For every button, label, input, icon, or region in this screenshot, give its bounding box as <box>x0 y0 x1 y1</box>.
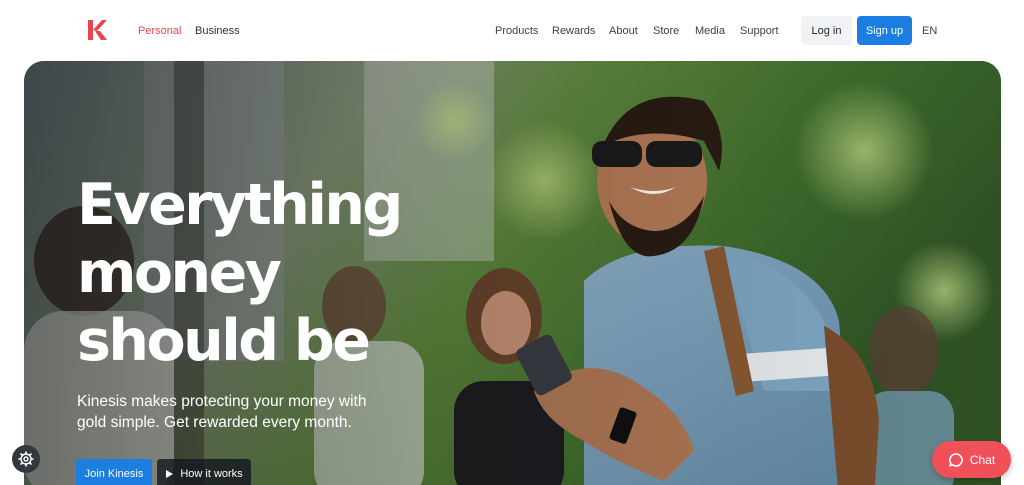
hero-headline: Everything money should be <box>77 171 457 375</box>
segment-personal[interactable]: Personal <box>138 24 181 38</box>
nav-support[interactable]: Support <box>740 24 779 38</box>
nav-products[interactable]: Products <box>495 24 538 38</box>
how-it-works-label: How it works <box>180 468 243 480</box>
nav-rewards[interactable]: Rewards <box>552 24 595 38</box>
hero-headline-line-1: Everything <box>77 172 403 238</box>
nav-about[interactable]: About <box>609 24 638 38</box>
kinesis-logo-icon[interactable] <box>86 19 108 41</box>
chat-bubble-icon <box>948 452 963 467</box>
join-kinesis-button[interactable]: Join Kinesis <box>76 459 152 485</box>
signup-button[interactable]: Sign up <box>857 16 912 45</box>
hero-section: Everything money should be Kinesis makes… <box>24 61 1001 485</box>
hero-subtitle: Kinesis makes protecting your money with… <box>77 393 367 431</box>
hero-headline-line-2: money <box>77 240 282 306</box>
chat-label: Chat <box>969 452 996 467</box>
nav-media[interactable]: Media <box>695 24 725 38</box>
segment-business[interactable]: Business <box>195 24 240 38</box>
play-icon <box>166 470 174 478</box>
nav-store[interactable]: Store <box>653 24 679 38</box>
hero-headline-line-3: should be <box>77 308 371 374</box>
language-selector[interactable]: EN <box>922 24 937 38</box>
login-button[interactable]: Log in <box>801 16 852 45</box>
how-it-works-button[interactable]: How it works <box>157 459 251 485</box>
chat-button[interactable]: Chat <box>932 441 1011 478</box>
gear-icon <box>18 451 34 467</box>
site-header: Personal Business Products Rewards About… <box>0 0 1024 61</box>
cookie-settings-button[interactable] <box>12 445 40 473</box>
